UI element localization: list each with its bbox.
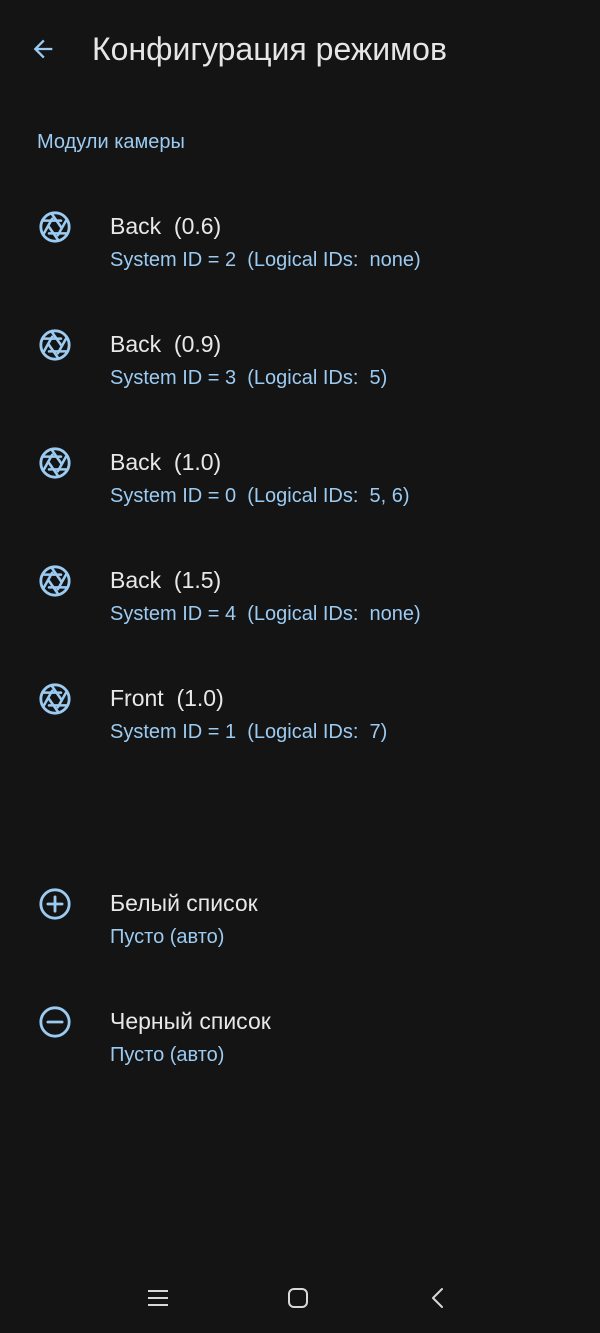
blacklist-title: Черный список [110,1008,271,1034]
camera-item-subtitle: System ID = 0 (Logical IDs: 5, 6) [110,485,410,507]
camera-shutter-icon [39,565,71,597]
recents-button[interactable] [136,1280,180,1316]
back-chevron-icon [432,1288,443,1308]
home-button[interactable] [276,1280,320,1316]
camera-item-back-0-6[interactable]: Back (0.6) System ID = 2 (Logical IDs: n… [0,210,600,310]
recents-icon [148,1290,168,1306]
camera-item-subtitle: System ID = 2 (Logical IDs: none) [110,249,421,271]
minus-circle-icon [39,1006,71,1038]
camera-shutter-icon [39,329,71,361]
camera-item-back-1-5[interactable]: Back (1.5) System ID = 4 (Logical IDs: n… [0,564,600,664]
page-title: Конфигурация режимов [92,31,447,67]
camera-item-back-0-9[interactable]: Back (0.9) System ID = 3 (Logical IDs: 5… [0,328,600,428]
whitelist-item[interactable]: Белый список Пусто (авто) [0,887,600,987]
camera-item-subtitle: System ID = 4 (Logical IDs: none) [110,603,421,625]
whitelist-subtitle: Пусто (авто) [110,926,225,948]
camera-item-title: Front (1.0) [110,685,224,711]
whitelist-title: Белый список [110,890,258,916]
section-header-camera-modules: Модули камеры [37,131,185,153]
app-bar: Конфигурация режимов [0,0,600,100]
blacklist-subtitle: Пусто (авто) [110,1044,225,1066]
camera-item-title: Back (1.5) [110,567,222,593]
camera-item-title: Back (1.0) [110,449,222,475]
camera-item-subtitle: System ID = 3 (Logical IDs: 5) [110,367,388,389]
back-button[interactable] [24,30,62,68]
nav-back-button[interactable] [416,1280,460,1316]
plus-circle-icon [39,888,71,920]
home-icon [288,1288,308,1308]
camera-shutter-icon [39,683,71,715]
system-nav-bar [0,1270,600,1333]
camera-item-subtitle: System ID = 1 (Logical IDs: 7) [110,721,388,743]
camera-item-front-1-0[interactable]: Front (1.0) System ID = 1 (Logical IDs: … [0,682,600,782]
arrow-back-icon [33,39,53,59]
camera-item-back-1-0[interactable]: Back (1.0) System ID = 0 (Logical IDs: 5… [0,446,600,546]
blacklist-item[interactable]: Черный список Пусто (авто) [0,1005,600,1105]
camera-item-title: Back (0.9) [110,331,222,357]
camera-shutter-icon [39,447,71,479]
camera-shutter-icon [39,211,71,243]
camera-item-title: Back (0.6) [110,213,222,239]
